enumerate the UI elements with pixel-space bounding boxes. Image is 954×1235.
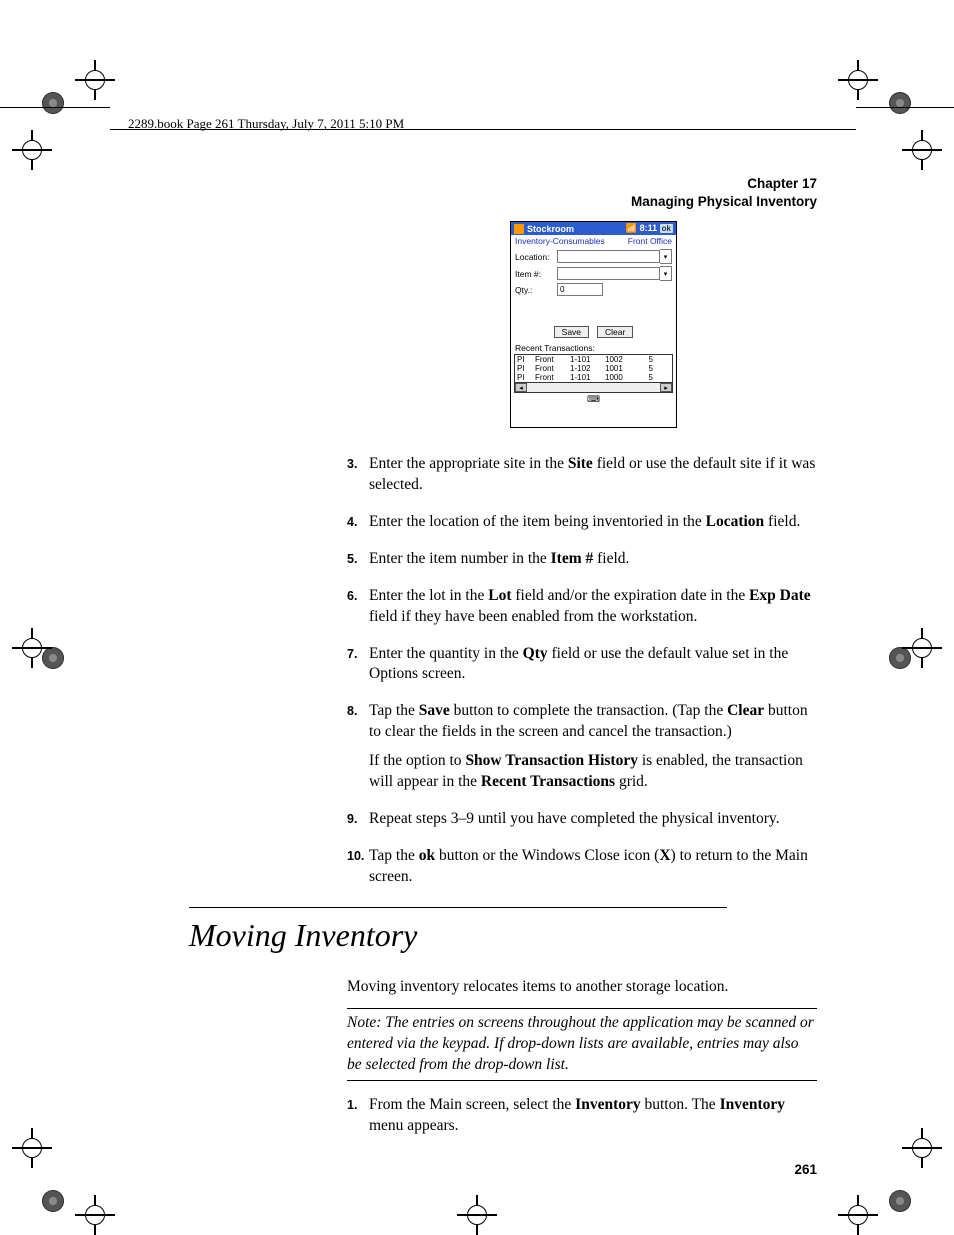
screen-subtitle-right: Front Office — [628, 236, 672, 246]
step-number: 5. — [347, 549, 369, 578]
divider-line — [0, 107, 110, 108]
item-dropdown-icon[interactable]: ▾ — [660, 266, 672, 281]
step-text: Enter the quantity in the Qty field or u… — [369, 644, 817, 694]
table-row: PI Front 1-102 1001 5 — [515, 364, 672, 373]
item-input[interactable] — [557, 267, 660, 280]
recent-transactions-label: Recent Transactions: — [511, 343, 676, 353]
save-button[interactable]: Save — [554, 326, 589, 338]
note-divider — [347, 1008, 817, 1009]
print-mark — [889, 92, 911, 114]
device-screenshot: Stockroom 📶 8:11 ok Inventory-Consumable… — [510, 221, 677, 428]
clock-text: 8:11 — [640, 223, 658, 233]
divider-line — [856, 107, 954, 108]
crop-mark — [75, 1195, 115, 1235]
qty-input[interactable]: 0 — [557, 283, 603, 296]
window-title: Stockroom — [527, 224, 574, 234]
app-icon — [514, 224, 524, 234]
step-text: Enter the location of the item being inv… — [369, 512, 817, 541]
step-number: 9. — [347, 809, 369, 838]
step-number: 8. — [347, 701, 369, 801]
print-mark — [42, 92, 64, 114]
crop-mark — [12, 628, 52, 668]
step-number: 3. — [347, 454, 369, 504]
scroll-right-icon[interactable]: ▸ — [660, 383, 672, 392]
transactions-table: PI Front 1-101 1002 5 PI Front 1-102 100… — [514, 354, 673, 393]
step-number: 10. — [347, 846, 369, 896]
keyboard-icon[interactable]: ⌨ — [511, 393, 676, 406]
step-number: 7. — [347, 644, 369, 694]
crop-mark — [12, 1128, 52, 1168]
print-mark — [42, 1190, 64, 1212]
signal-icon: 📶 — [626, 223, 637, 233]
screen-subtitle-left: Inventory-Consumables — [515, 236, 605, 246]
note-text: Note: The entries on screens throughout … — [347, 1013, 817, 1076]
table-row: PI Front 1-101 1002 5 — [515, 355, 672, 364]
scroll-left-icon[interactable]: ◂ — [515, 383, 527, 392]
location-dropdown-icon[interactable]: ▾ — [660, 249, 672, 264]
step-text: From the Main screen, select the Invento… — [369, 1095, 817, 1145]
crop-mark — [838, 60, 878, 100]
titlebar: Stockroom 📶 8:11 ok — [511, 222, 676, 235]
section-divider — [189, 907, 727, 908]
location-input[interactable] — [557, 250, 660, 263]
crop-mark — [902, 628, 942, 668]
table-row: PI Front 1-101 1000 5 — [515, 373, 672, 382]
step-text: Enter the item number in the Item # fiel… — [369, 549, 817, 578]
clear-button[interactable]: Clear — [597, 326, 633, 338]
chapter-label: Chapter 17 — [631, 175, 817, 193]
step-text: Enter the lot in the Lot field and/or th… — [369, 586, 817, 636]
section-body: Moving inventory relocates items to anot… — [347, 977, 817, 1153]
crop-mark — [12, 130, 52, 170]
ok-button[interactable]: ok — [660, 224, 673, 233]
step-text: Tap the ok button or the Windows Close i… — [369, 846, 817, 896]
location-label: Location: — [515, 252, 557, 262]
crop-mark — [902, 130, 942, 170]
note-divider — [347, 1080, 817, 1081]
step-text: Enter the appropriate site in the Site f… — [369, 454, 817, 504]
item-label: Item #: — [515, 269, 557, 279]
chapter-header: Chapter 17 Managing Physical Inventory — [631, 175, 817, 211]
step-text: Tap the Save button to complete the tran… — [369, 701, 817, 801]
chapter-title: Managing Physical Inventory — [631, 193, 817, 211]
crop-mark — [902, 1128, 942, 1168]
crop-mark — [457, 1195, 497, 1235]
crop-mark — [75, 60, 115, 100]
instruction-list: 3. Enter the appropriate site in the Sit… — [347, 454, 817, 904]
step-number: 6. — [347, 586, 369, 636]
horizontal-scrollbar[interactable]: ◂ ▸ — [515, 382, 672, 392]
step-number: 4. — [347, 512, 369, 541]
section-intro: Moving inventory relocates items to anot… — [347, 977, 817, 998]
crop-mark — [838, 1195, 878, 1235]
page-number: 261 — [794, 1162, 817, 1177]
book-stamp: 2289.book Page 261 Thursday, July 7, 201… — [128, 116, 404, 132]
step-number: 1. — [347, 1095, 369, 1145]
qty-label: Qty.: — [515, 285, 557, 295]
step-text: Repeat steps 3–9 until you have complete… — [369, 809, 817, 838]
print-mark — [889, 1190, 911, 1212]
section-title: Moving Inventory — [189, 917, 417, 954]
